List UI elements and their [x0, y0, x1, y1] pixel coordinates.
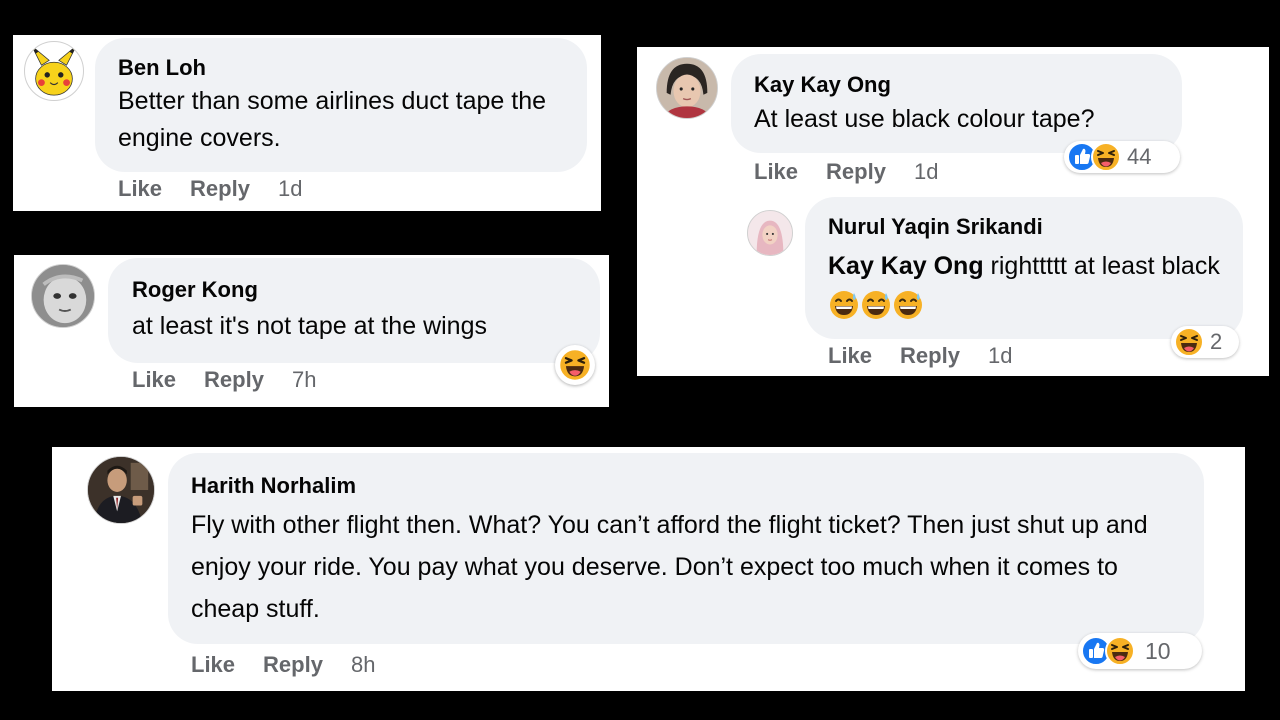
reply-link[interactable]: Reply: [826, 159, 886, 184]
reply-text-body: righttttt at least black: [983, 252, 1220, 280]
man-suit-avatar[interactable]: [87, 456, 155, 524]
reply-link[interactable]: Reply: [900, 343, 960, 368]
woman-avatar[interactable]: [656, 57, 718, 119]
reply-link[interactable]: Reply: [263, 652, 323, 677]
like-link[interactable]: Like: [118, 176, 162, 201]
reaction-count: 10: [1145, 637, 1171, 664]
reaction-count: 44: [1127, 144, 1152, 169]
comment-card-harith-norhalim: Harith Norhalim Fly with other flight th…: [52, 447, 1245, 691]
reply-link[interactable]: Reply: [190, 176, 250, 201]
comment-text: at least it's not tape at the wings: [132, 312, 487, 340]
baby-avatar[interactable]: [31, 264, 95, 328]
timestamp[interactable]: 1d: [278, 176, 302, 201]
commenter-name[interactable]: Ben Loh: [118, 55, 206, 81]
comment-actions: Like Reply 8h: [191, 652, 403, 678]
like-link[interactable]: Like: [191, 652, 235, 677]
commenter-name[interactable]: Harith Norhalim: [191, 473, 356, 499]
comment-card-kay-kay-ong: Kay Kay Ong At least use black colour ta…: [637, 47, 1269, 376]
sweat-smile-emoji: [892, 289, 924, 321]
sweat-smile-emoji: [828, 289, 860, 321]
timestamp[interactable]: 1d: [914, 159, 938, 184]
mention-tag[interactable]: Kay Kay Ong: [828, 252, 984, 280]
like-link[interactable]: Like: [828, 343, 872, 368]
commenter-name[interactable]: Kay Kay Ong: [754, 72, 891, 98]
timestamp[interactable]: 8h: [351, 652, 375, 677]
pikachu-avatar[interactable]: [24, 41, 84, 101]
haha-icon: [558, 348, 592, 382]
reply-link[interactable]: Reply: [204, 367, 264, 392]
haha-icon: [1174, 327, 1204, 357]
reply-text: Kay Kay Ong righttttt at least black: [828, 245, 1223, 329]
comment-actions: Like Reply 1d: [118, 176, 330, 202]
reaction-summary[interactable]: 2: [1171, 326, 1239, 358]
comment-actions: Like Reply 7h: [132, 367, 344, 393]
like-link[interactable]: Like: [754, 159, 798, 184]
comment-text: Better than some airlines duct tape the …: [118, 87, 547, 152]
sweat-smile-emoji: [860, 289, 892, 321]
reply-actions: Like Reply 1d: [828, 343, 1040, 369]
commenter-name[interactable]: Roger Kong: [132, 277, 258, 303]
comment-text: Fly with other flight then. What? You ca…: [191, 511, 1148, 623]
like-link[interactable]: Like: [132, 367, 176, 392]
haha-icon: [1091, 142, 1121, 172]
timestamp[interactable]: 7h: [292, 367, 316, 392]
comment-text: At least use black colour tape?: [754, 105, 1095, 133]
commenter-name[interactable]: Nurul Yaqin Srikandi: [828, 214, 1043, 240]
timestamp[interactable]: 1d: [988, 343, 1012, 368]
comment-card-roger-kong: Roger Kong at least it's not tape at the…: [14, 255, 609, 407]
comment-actions: Like Reply 1d: [754, 159, 966, 185]
comment-card-ben-loh: Ben Loh Better than some airlines duct t…: [13, 35, 601, 211]
reaction-haha-badge[interactable]: [555, 345, 595, 385]
haha-icon: [1105, 636, 1135, 666]
hijab-avatar[interactable]: [747, 210, 793, 256]
reaction-summary[interactable]: 44: [1064, 141, 1180, 173]
reaction-count: 2: [1210, 329, 1223, 354]
reaction-summary[interactable]: 10: [1078, 633, 1202, 669]
